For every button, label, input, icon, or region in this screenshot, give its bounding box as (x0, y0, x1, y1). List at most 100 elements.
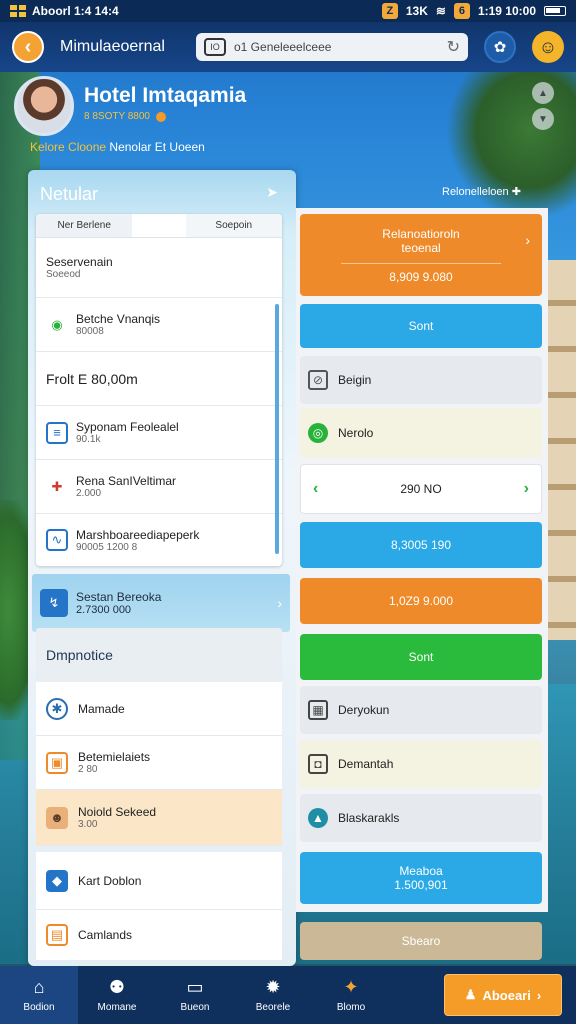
document-icon: ≡ (46, 421, 68, 444)
list-item[interactable]: ✱ Mamade (36, 682, 282, 736)
list-item[interactable]: Seservenain Soeeod (36, 238, 282, 298)
person-icon: ☻ (46, 806, 68, 829)
chevron-right-icon[interactable]: › (524, 480, 529, 498)
hotel-name: Hotel Imtaqamia (84, 84, 247, 107)
wifi-off-icon: ⊘ (308, 370, 328, 390)
summary-button[interactable]: Meaboa 1.500,901 (300, 852, 542, 904)
value-button[interactable]: 1,0Z9 9.000 (300, 578, 542, 624)
item-title: Blaskarakls (338, 811, 400, 825)
settings-icon: ✿ (493, 39, 507, 56)
nav-label: Momane (97, 1002, 137, 1013)
gear-icon: ✹ (265, 977, 281, 997)
search-value: o1 Geneleeelceee (234, 40, 332, 54)
monitor-icon: ▭ (186, 977, 204, 997)
left-card: Ner Berlene Soepoin Seservenain Soeeod ◉… (36, 214, 282, 566)
emoji-icon: ☺ (538, 36, 558, 57)
grid-icon (10, 5, 26, 17)
item-title: Mamade (78, 701, 125, 716)
chevron-right-icon: › (536, 987, 542, 1003)
list-item[interactable]: ✚ Rena SanIVeltimar 2.000 (36, 460, 282, 514)
list-item[interactable]: ▲ Blaskarakls (300, 794, 542, 842)
nav-label: Blomo (336, 1002, 366, 1013)
right-panel: Relanoatioroln teoenal 8,909 9.080 › Son… (296, 208, 548, 912)
item-title: Noiold Sekeed (78, 805, 157, 819)
top-bar: ‹ Mimulaeoernal IO o1 Geneleeelceee ↻ ✿ … (0, 22, 576, 72)
card-sub: teoenal (401, 240, 441, 255)
item-title: Kart Doblon (78, 873, 142, 888)
list-item[interactable]: ≡ Syponam Feolealel 90.1k (36, 406, 282, 460)
sort-button[interactable]: Sont (300, 304, 542, 348)
sort-button[interactable]: Sont (300, 634, 542, 680)
item-sub: 1.500,901 (394, 878, 448, 892)
list-item[interactable]: ▦ Deryokun (300, 686, 542, 734)
item-sub: 90.1k (76, 434, 101, 445)
status-badge-left: Z (381, 3, 398, 19)
hotel-sub-text: 8 8SOTY 8800 (84, 111, 150, 122)
list-item[interactable]: ◘ Demantah (300, 740, 542, 788)
list-item[interactable]: ◆ Kart Doblon (36, 852, 282, 910)
account-button[interactable]: ♟ Aboeari › (444, 974, 562, 1016)
list-item[interactable]: Frolt E 80,00m (36, 352, 282, 406)
chevron-left-icon[interactable]: ‹ (313, 480, 318, 498)
item-sub: 2 80 (78, 764, 98, 775)
tab-1[interactable] (132, 214, 186, 237)
list-item[interactable]: ◎ Nerolo (300, 408, 542, 458)
item-title: Camlands (78, 928, 133, 942)
section-sub: 2.7300 000 (76, 604, 132, 616)
scrollbar[interactable] (275, 304, 279, 554)
item-title: Betemielaiets (78, 750, 151, 764)
avatar[interactable] (14, 76, 74, 136)
item-title: Deryokun (338, 703, 390, 717)
chevron-up-icon[interactable]: ▲ (532, 82, 554, 104)
value-button[interactable]: 8,3005 190 (300, 522, 542, 568)
location-icon: ✚ (51, 478, 63, 494)
item-title: Marshboareediapeperk (76, 527, 200, 542)
settings-button[interactable]: ✿ (484, 31, 516, 63)
nav-monitor[interactable]: ▭ Bueon (156, 966, 234, 1024)
tab-2[interactable]: Soepoin (185, 214, 282, 237)
back-button[interactable]: ‹ (12, 31, 44, 63)
section-title: Sestan Bereoka (76, 590, 162, 604)
tab-0[interactable]: Ner Berlene (36, 214, 133, 237)
item-title: Frolt E 80,00m (46, 370, 138, 387)
search-button[interactable]: Sbearo (300, 922, 542, 960)
section-banner[interactable]: ↯ Sestan Bereoka 2.7300 000 › (32, 574, 290, 632)
background-building (546, 260, 576, 640)
nav-gift[interactable]: ✦ Blomo (312, 966, 390, 1024)
info-icon: ✚ (511, 186, 521, 198)
highlight-card[interactable]: Relanoatioroln teoenal 8,909 9.080 › (300, 214, 542, 296)
hotel-sub: 8 8SOTY 8800 (84, 111, 166, 122)
nav-settings[interactable]: ✹ Beorele (234, 966, 312, 1024)
nav-people[interactable]: ⚉ Momane (78, 966, 156, 1024)
card-icon: ◆ (46, 869, 68, 892)
emoji-button[interactable]: ☺ (532, 31, 564, 63)
chevron-down-icon[interactable]: ▼ (532, 108, 554, 130)
people-icon: ⚉ (108, 977, 126, 997)
nav-home[interactable]: ⌂ Bodion (0, 966, 78, 1024)
list-item[interactable]: ◉ Betche Vnanqis 80008 (36, 298, 282, 352)
tagline-a: Kelore Cloone (30, 140, 107, 154)
lock-closed-icon: ◘ (308, 754, 328, 774)
list-item[interactable]: ∿ Marshboareediapeperk 90005 1200 8 (36, 514, 282, 566)
item-title: Demantah (338, 757, 394, 771)
search-input[interactable]: IO o1 Geneleeelceee ↻ (196, 33, 468, 61)
list-item[interactable]: ▣ Betemielaiets 2 80 (36, 736, 282, 790)
image-icon: ▣ (46, 751, 68, 774)
item-title: Betche Vnanqis (76, 312, 161, 326)
nav-label: Bodion (23, 1002, 55, 1013)
wifi-icon: ≋ (435, 4, 446, 18)
status-time: 1:19 10:00 (477, 4, 536, 18)
item-sub: 90005 1200 8 (76, 541, 138, 553)
refresh-icon[interactable]: ↻ (447, 37, 460, 57)
arrow-right-icon[interactable]: ➤ (266, 184, 278, 201)
chart-icon: ∿ (46, 529, 68, 551)
left-tabs: Ner Berlene Soepoin (36, 214, 282, 238)
item-title: Rena SanIVeltimar (76, 474, 177, 488)
right-panel-title-text: Relonelleloen (442, 186, 509, 198)
list-item[interactable]: ▤ Camlands (36, 910, 282, 960)
status-bar: Aboorl 1:4 14:4 Z 13K ≋ 6 1:19 10:00 (0, 0, 576, 22)
chevron-right-icon: › (525, 232, 530, 248)
list-item-selected[interactable]: ☻ Noiold Sekeed 3.00 (36, 790, 282, 846)
app-title: Mimulaeoernal (60, 38, 165, 55)
list-item[interactable]: ⊘ Beigin (300, 356, 542, 404)
